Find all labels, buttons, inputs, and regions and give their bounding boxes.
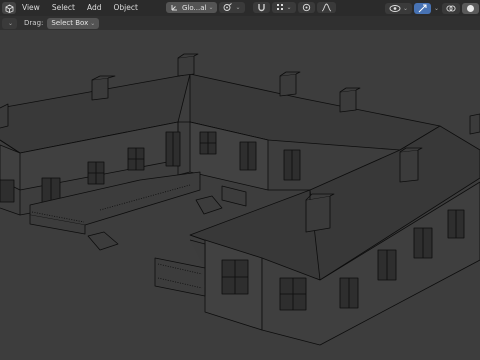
drag-mode-value: Select Box	[51, 19, 89, 27]
transform-orientation-dropdown[interactable]: Glo...al ⌄	[166, 2, 218, 13]
chevron-down-icon: ⌄	[90, 19, 96, 27]
3d-viewport[interactable]	[0, 30, 480, 360]
editor-type-button[interactable]	[2, 2, 16, 14]
building-wireframe	[0, 53, 480, 346]
chevron-down-icon: ⌄	[402, 4, 408, 12]
chevron-down-icon: ⌄	[208, 4, 214, 11]
gizmo-icon	[418, 4, 427, 12]
visibility-dropdown[interactable]: ⌄	[384, 2, 412, 14]
magnet-icon	[257, 4, 265, 12]
chevron-down-icon: ⌄	[286, 4, 292, 11]
tool-mode-dropdown[interactable]: ⌄	[2, 17, 18, 29]
snap-element-dropdown[interactable]: ⌄	[271, 2, 296, 13]
drag-label: Drag:	[24, 19, 44, 27]
menu-object[interactable]: Object	[107, 0, 143, 16]
drag-mode-dropdown[interactable]: Select Box ⌄	[47, 17, 100, 29]
menu-select[interactable]: Select	[46, 0, 81, 16]
falloff-curve-icon	[321, 3, 331, 12]
axis-icon	[171, 5, 177, 11]
grid-snap-icon	[276, 4, 283, 10]
chevron-down-icon: ⌄	[235, 4, 241, 11]
viewport-header: View Select Add Object Glo...al ⌄ ⌄ ⌄ ⌄ …	[0, 0, 480, 16]
object-visibility-icon	[389, 4, 401, 12]
pivot-point-dropdown[interactable]: ⌄	[219, 2, 245, 13]
falloff-dropdown[interactable]	[316, 2, 336, 13]
shading-solid-icon	[467, 4, 474, 12]
pivot-icon	[224, 3, 233, 11]
chevron-down-icon[interactable]: ⌄	[434, 5, 439, 12]
proportional-edit-icon	[302, 3, 310, 12]
proportional-edit-toggle[interactable]	[297, 2, 315, 13]
menu-view[interactable]: View	[16, 0, 46, 16]
gizmo-toggle[interactable]	[413, 2, 431, 14]
tool-settings-bar: ⌄ Drag: Select Box ⌄	[0, 16, 480, 30]
overlay-toggle[interactable]	[442, 2, 460, 14]
overlay-icon	[446, 4, 456, 12]
chevron-down-icon: ⌄	[8, 19, 14, 27]
viewport-right-tools: ⌄ ⌄	[384, 2, 480, 14]
shading-solid-button[interactable]	[462, 2, 479, 14]
transform-controls: Glo...al ⌄ ⌄ ⌄	[165, 2, 337, 13]
cube-icon	[5, 3, 13, 13]
menu-add[interactable]: Add	[81, 0, 108, 16]
snap-toggle[interactable]	[252, 2, 270, 13]
transform-orientation-value: Glo...al	[182, 3, 207, 12]
